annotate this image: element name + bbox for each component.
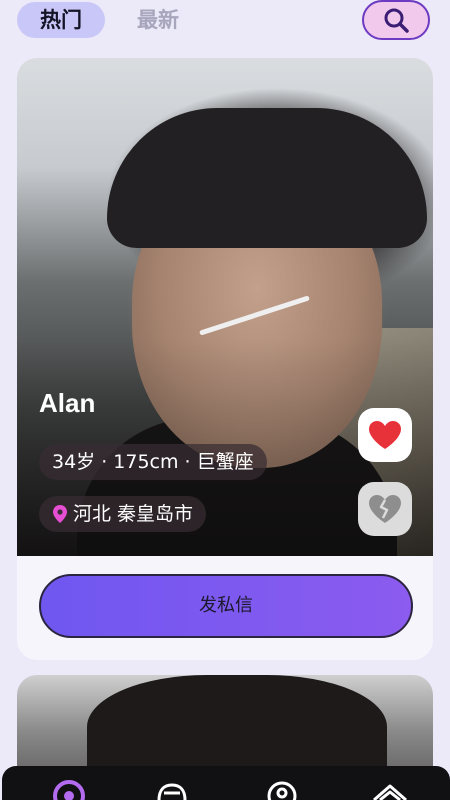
location-icon bbox=[267, 781, 297, 800]
search-button[interactable] bbox=[362, 0, 430, 40]
nav-home[interactable] bbox=[47, 776, 91, 800]
location-pin-icon bbox=[53, 505, 67, 523]
send-message-button[interactable]: 发私信 bbox=[39, 574, 413, 638]
nav-profile[interactable] bbox=[368, 776, 412, 800]
bottom-nav bbox=[2, 766, 450, 800]
profile-icon bbox=[373, 784, 407, 800]
profile-card[interactable]: Alan 34岁 · 175cm · 巨蟹座 河北 秦皇岛市 发私信 bbox=[17, 58, 433, 660]
profile-info-text: 34岁 · 175cm · 巨蟹座 bbox=[52, 451, 254, 473]
like-button[interactable] bbox=[358, 408, 412, 462]
dislike-button[interactable] bbox=[358, 482, 412, 536]
profile-photo[interactable]: Alan 34岁 · 175cm · 巨蟹座 河北 秦皇岛市 bbox=[17, 58, 433, 556]
profile-info-chip: 34岁 · 175cm · 巨蟹座 bbox=[39, 444, 267, 480]
message-icon bbox=[157, 783, 187, 800]
tab-hot[interactable]: 热门 bbox=[17, 2, 105, 38]
profile-name: Alan bbox=[39, 388, 96, 418]
home-icon bbox=[53, 780, 85, 800]
location-text: 河北 秦皇岛市 bbox=[73, 503, 194, 525]
nav-location[interactable] bbox=[260, 776, 304, 800]
search-icon bbox=[384, 8, 409, 33]
broken-heart-icon bbox=[369, 495, 401, 523]
tab-new[interactable]: 最新 bbox=[137, 2, 179, 38]
location-chip: 河北 秦皇岛市 bbox=[39, 496, 207, 532]
nav-messages[interactable] bbox=[150, 776, 194, 800]
heart-icon bbox=[369, 421, 401, 449]
top-bar: 热门 最新 bbox=[0, 0, 450, 48]
